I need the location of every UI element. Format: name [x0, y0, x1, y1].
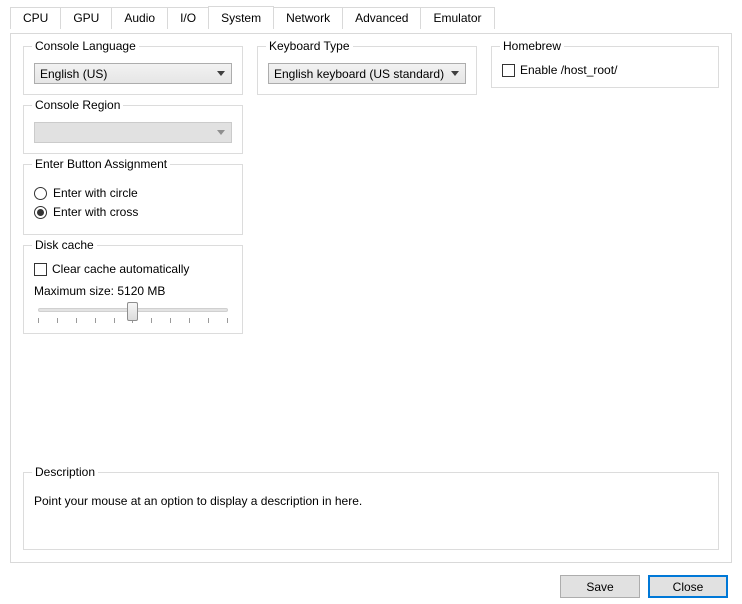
- tab-gpu-label: GPU: [73, 11, 99, 25]
- tab-io[interactable]: I/O: [167, 7, 209, 29]
- close-button[interactable]: Close: [648, 575, 728, 598]
- enable-host-root-label: Enable /host_root/: [520, 63, 617, 77]
- keyboard-type-value: English keyboard (US standard): [274, 67, 444, 81]
- clear-cache-checkbox-row[interactable]: Clear cache automatically: [34, 262, 232, 276]
- save-button-label: Save: [586, 580, 613, 594]
- tab-strip: CPU GPU Audio I/O System Network Advance…: [10, 6, 742, 28]
- enter-button-group: Enter Button Assignment Enter with circl…: [23, 164, 243, 235]
- tab-audio[interactable]: Audio: [111, 7, 168, 29]
- tab-cpu-label: CPU: [23, 11, 48, 25]
- console-language-title: Console Language: [32, 39, 139, 53]
- chevron-down-icon: [212, 65, 229, 82]
- checkbox-icon: [502, 64, 515, 77]
- radio-icon: [34, 187, 47, 200]
- clear-cache-label: Clear cache automatically: [52, 262, 189, 276]
- tab-network[interactable]: Network: [273, 7, 343, 29]
- disk-cache-group: Disk cache Clear cache automatically Max…: [23, 245, 243, 334]
- console-region-dropdown[interactable]: [34, 122, 232, 143]
- save-button[interactable]: Save: [560, 575, 640, 598]
- console-language-dropdown[interactable]: English (US): [34, 63, 232, 84]
- description-group: Description Point your mouse at an optio…: [23, 472, 719, 550]
- enter-circle-label: Enter with circle: [53, 186, 138, 200]
- tab-io-label: I/O: [180, 11, 196, 25]
- cache-size-slider[interactable]: [34, 308, 232, 323]
- console-language-value: English (US): [40, 67, 107, 81]
- console-region-group: Console Region: [23, 105, 243, 154]
- footer-buttons: Save Close: [560, 575, 728, 598]
- disk-cache-title: Disk cache: [32, 238, 97, 252]
- tab-system-label: System: [221, 11, 261, 25]
- description-text: Point your mouse at an option to display…: [34, 494, 708, 508]
- enable-host-root-row[interactable]: Enable /host_root/: [502, 63, 708, 77]
- enter-cross-label: Enter with cross: [53, 205, 138, 219]
- homebrew-title: Homebrew: [500, 39, 564, 53]
- settings-panel: Console Language English (US) Console Re…: [10, 33, 732, 563]
- tab-gpu[interactable]: GPU: [60, 7, 112, 29]
- slider-track: [38, 308, 228, 312]
- tab-network-label: Network: [286, 11, 330, 25]
- tab-advanced[interactable]: Advanced: [342, 7, 421, 29]
- enter-button-title: Enter Button Assignment: [32, 157, 170, 171]
- tab-advanced-label: Advanced: [355, 11, 408, 25]
- keyboard-type-dropdown[interactable]: English keyboard (US standard): [268, 63, 466, 84]
- tab-emulator-label: Emulator: [433, 11, 481, 25]
- tab-emulator[interactable]: Emulator: [420, 7, 494, 29]
- homebrew-group: Homebrew Enable /host_root/: [491, 46, 719, 88]
- radio-checked-icon: [34, 206, 47, 219]
- max-size-label: Maximum size: 5120 MB: [34, 284, 232, 298]
- chevron-down-icon: [446, 65, 463, 82]
- console-region-title: Console Region: [32, 98, 123, 112]
- close-button-label: Close: [673, 580, 704, 594]
- enter-cross-option[interactable]: Enter with cross: [34, 205, 232, 219]
- chevron-down-icon: [212, 124, 229, 141]
- description-title: Description: [32, 465, 98, 479]
- tab-system[interactable]: System: [208, 6, 274, 28]
- console-language-group: Console Language English (US): [23, 46, 243, 95]
- slider-thumb[interactable]: [127, 302, 138, 321]
- enter-circle-option[interactable]: Enter with circle: [34, 186, 232, 200]
- keyboard-type-title: Keyboard Type: [266, 39, 353, 53]
- tab-audio-label: Audio: [124, 11, 155, 25]
- keyboard-type-group: Keyboard Type English keyboard (US stand…: [257, 46, 477, 95]
- tab-cpu[interactable]: CPU: [10, 7, 61, 29]
- checkbox-icon: [34, 263, 47, 276]
